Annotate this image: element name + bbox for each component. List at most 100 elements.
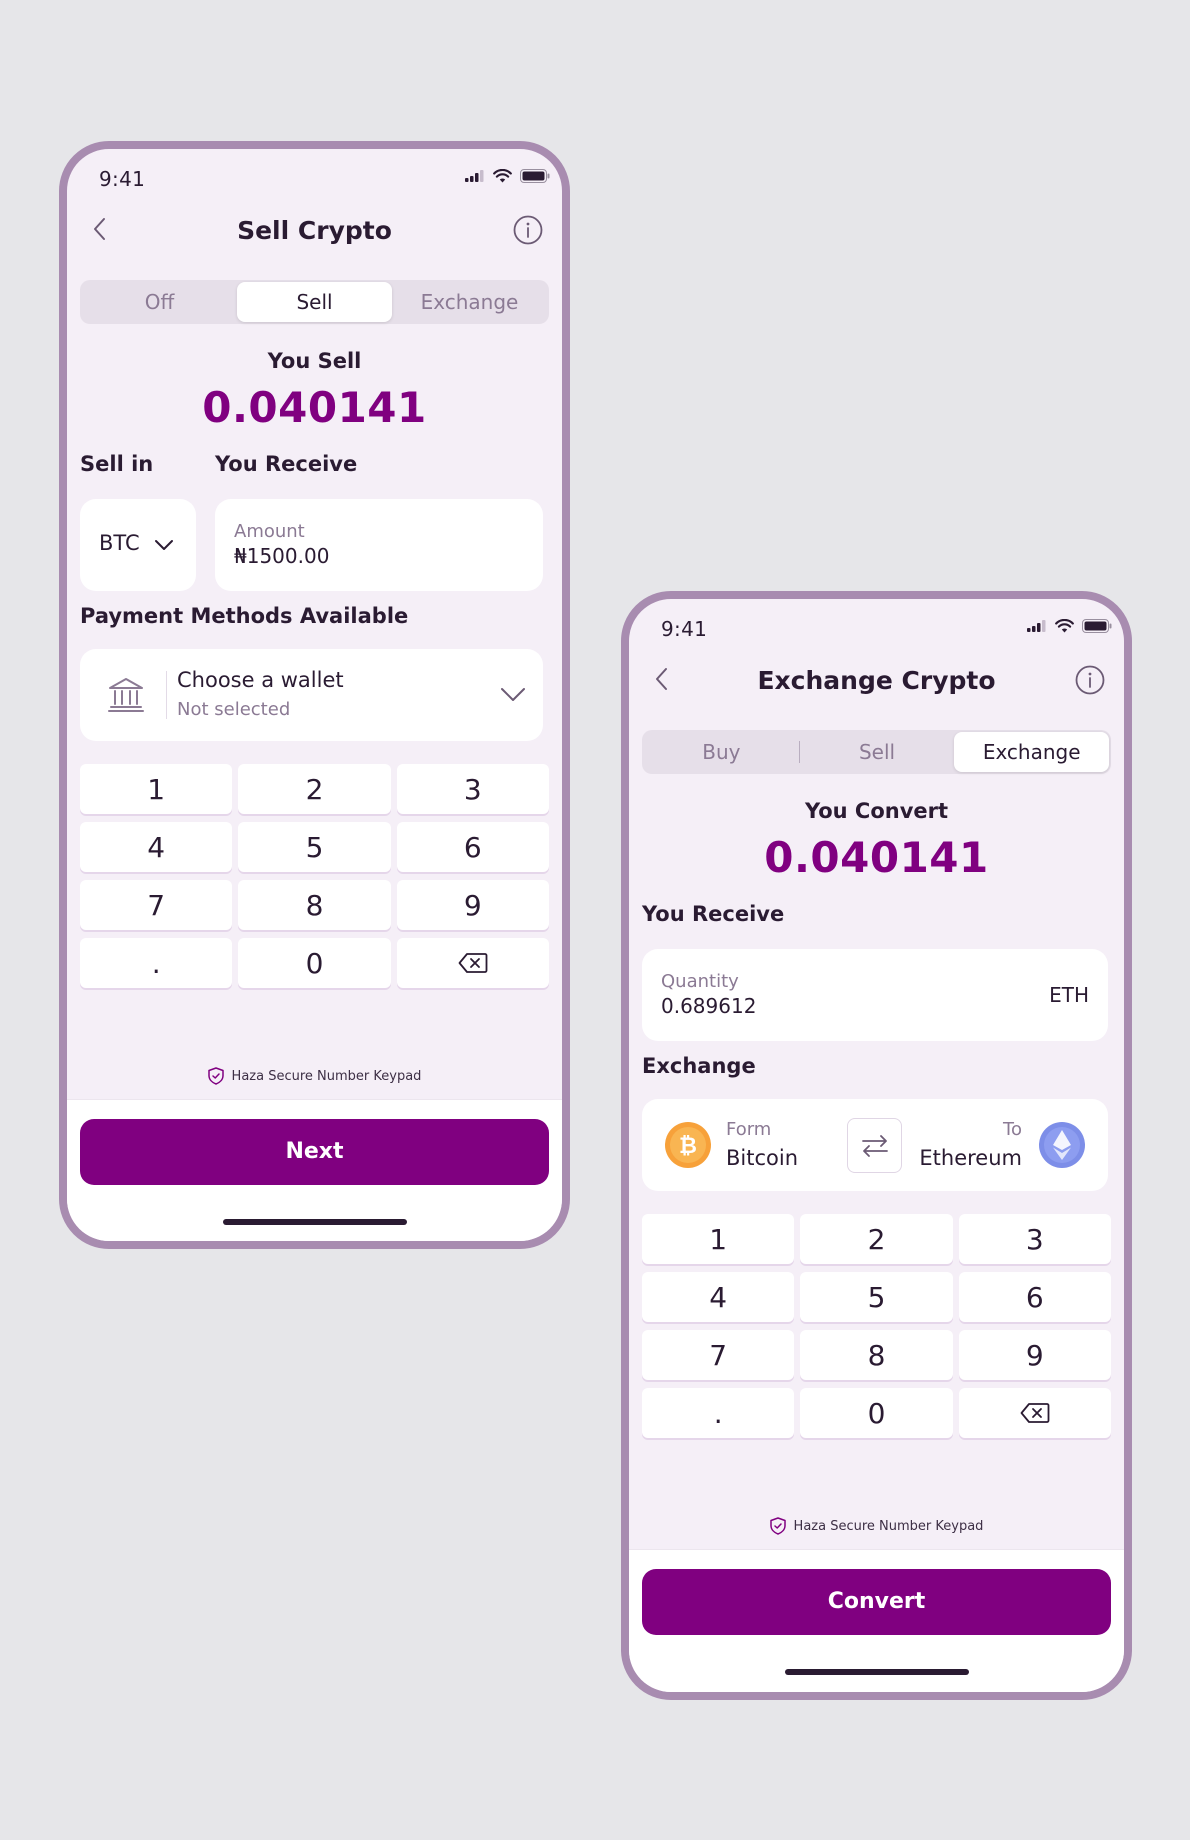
tab-exchange[interactable]: Exchange [954, 732, 1110, 772]
number-keypad: 1 2 3 4 5 6 7 8 9 . 0 [80, 764, 549, 988]
ethereum-icon [1039, 1122, 1085, 1168]
status-icons [1027, 619, 1112, 633]
next-button[interactable]: Next [80, 1119, 549, 1185]
bank-icon [108, 678, 144, 712]
signal-icon [1027, 620, 1046, 632]
key-backspace[interactable] [958, 1388, 1111, 1438]
key-0[interactable]: 0 [800, 1388, 953, 1438]
status-icons [465, 169, 550, 183]
chevron-down-icon [501, 688, 525, 701]
wallet-status: Not selected [177, 699, 291, 720]
home-indicator [784, 1669, 969, 1675]
to-label: To [1003, 1119, 1022, 1140]
wallet-select[interactable]: Choose a wallet Not selected [80, 649, 543, 741]
key-9[interactable]: 9 [958, 1330, 1111, 1380]
mode-tabs: Off Sell Exchange [80, 280, 549, 324]
you-sell-label: You Sell [267, 349, 362, 373]
you-convert-label: You Convert [804, 799, 949, 823]
chevron-down-icon [155, 540, 173, 550]
backspace-icon [458, 953, 488, 973]
key-3[interactable]: 3 [396, 764, 549, 814]
bottom-bar: Convert [629, 1549, 1124, 1692]
secure-keypad-note: Haza Secure Number Keypad [67, 1067, 562, 1085]
amount-field[interactable]: Amount ₦1500.00 [215, 499, 543, 591]
key-4[interactable]: 4 [80, 822, 233, 872]
tab-sell[interactable]: Sell [800, 732, 955, 772]
status-bar: 9:41 [67, 149, 562, 195]
page-title: Exchange Crypto [757, 666, 996, 695]
convert-button[interactable]: Convert [642, 1569, 1111, 1635]
key-4[interactable]: 4 [642, 1272, 795, 1322]
wallet-title: Choose a wallet [177, 668, 344, 692]
from-coin-select[interactable]: ₿ Form Bitcoin [642, 1099, 842, 1191]
key-6[interactable]: 6 [958, 1272, 1111, 1322]
you-sell-value: 0.040141 [202, 383, 427, 432]
exchange-crypto-screen: 9:41 Exchange Crypto Buy Sell Exchange Y… [621, 591, 1132, 1700]
swap-arrows-icon [862, 1135, 888, 1157]
shield-check-icon [769, 1517, 786, 1535]
to-coin-select[interactable]: To Ethereum [908, 1099, 1108, 1191]
key-0[interactable]: 0 [238, 938, 391, 988]
battery-icon [520, 169, 550, 183]
key-1[interactable]: 1 [642, 1214, 795, 1264]
page-title: Sell Crypto [237, 216, 392, 245]
key-7[interactable]: 7 [642, 1330, 795, 1380]
secure-keypad-text: Haza Secure Number Keypad [793, 1518, 984, 1534]
sell-crypto-screen: 9:41 Sell Crypto Off Sell Exchange You S… [59, 141, 570, 1249]
currency-select[interactable]: BTC [80, 499, 196, 591]
you-receive-label: You Receive [642, 902, 785, 926]
bottom-bar: Next [67, 1099, 562, 1241]
status-time: 9:41 [661, 617, 708, 641]
wifi-icon [493, 169, 512, 183]
signal-icon [465, 170, 484, 182]
currency-value: BTC [99, 531, 140, 555]
amount-value: ₦1500.00 [234, 544, 330, 568]
key-5[interactable]: 5 [800, 1272, 953, 1322]
key-2[interactable]: 2 [800, 1214, 953, 1264]
key-8[interactable]: 8 [800, 1330, 953, 1380]
tab-exchange[interactable]: Exchange [392, 282, 547, 322]
home-indicator [222, 1219, 407, 1225]
key-decimal[interactable]: . [642, 1388, 795, 1438]
status-time: 9:41 [99, 167, 146, 191]
key-5[interactable]: 5 [238, 822, 391, 872]
secure-keypad-text: Haza Secure Number Keypad [231, 1068, 422, 1084]
key-6[interactable]: 6 [396, 822, 549, 872]
quantity-label: Quantity [661, 971, 739, 992]
key-backspace[interactable] [396, 938, 549, 988]
key-1[interactable]: 1 [80, 764, 233, 814]
to-coin: Ethereum [919, 1146, 1022, 1170]
info-icon[interactable] [512, 214, 544, 246]
sell-in-label: Sell in [80, 452, 154, 476]
svg-text:₿: ₿ [679, 1134, 697, 1159]
quantity-unit: ETH [1049, 983, 1089, 1007]
tab-sell[interactable]: Sell [237, 282, 392, 322]
secure-keypad-note: Haza Secure Number Keypad [629, 1517, 1124, 1535]
key-decimal[interactable]: . [80, 938, 233, 988]
you-convert-value: 0.040141 [764, 833, 989, 882]
swap-button[interactable] [847, 1118, 902, 1173]
key-7[interactable]: 7 [80, 880, 233, 930]
from-coin: Bitcoin [726, 1146, 799, 1170]
status-bar: 9:41 [629, 599, 1124, 645]
number-keypad: 1 2 3 4 5 6 7 8 9 . 0 [642, 1214, 1111, 1438]
app-header: Exchange Crypto [629, 653, 1124, 707]
from-label: Form [726, 1119, 772, 1140]
tab-buy[interactable]: Buy [644, 732, 799, 772]
mode-tabs: Buy Sell Exchange [642, 730, 1111, 774]
key-2[interactable]: 2 [238, 764, 391, 814]
quantity-field[interactable]: Quantity 0.689612 ETH [642, 949, 1108, 1041]
info-icon[interactable] [1074, 664, 1106, 696]
shield-check-icon [207, 1067, 224, 1085]
battery-icon [1082, 619, 1112, 633]
amount-label: Amount [234, 521, 305, 542]
quantity-value: 0.689612 [661, 994, 757, 1018]
key-3[interactable]: 3 [958, 1214, 1111, 1264]
key-8[interactable]: 8 [238, 880, 391, 930]
app-header: Sell Crypto [67, 203, 562, 257]
key-9[interactable]: 9 [396, 880, 549, 930]
backspace-icon [1020, 1403, 1050, 1423]
wifi-icon [1055, 619, 1074, 633]
tab-off[interactable]: Off [82, 282, 237, 322]
bitcoin-icon: ₿ [665, 1122, 711, 1168]
